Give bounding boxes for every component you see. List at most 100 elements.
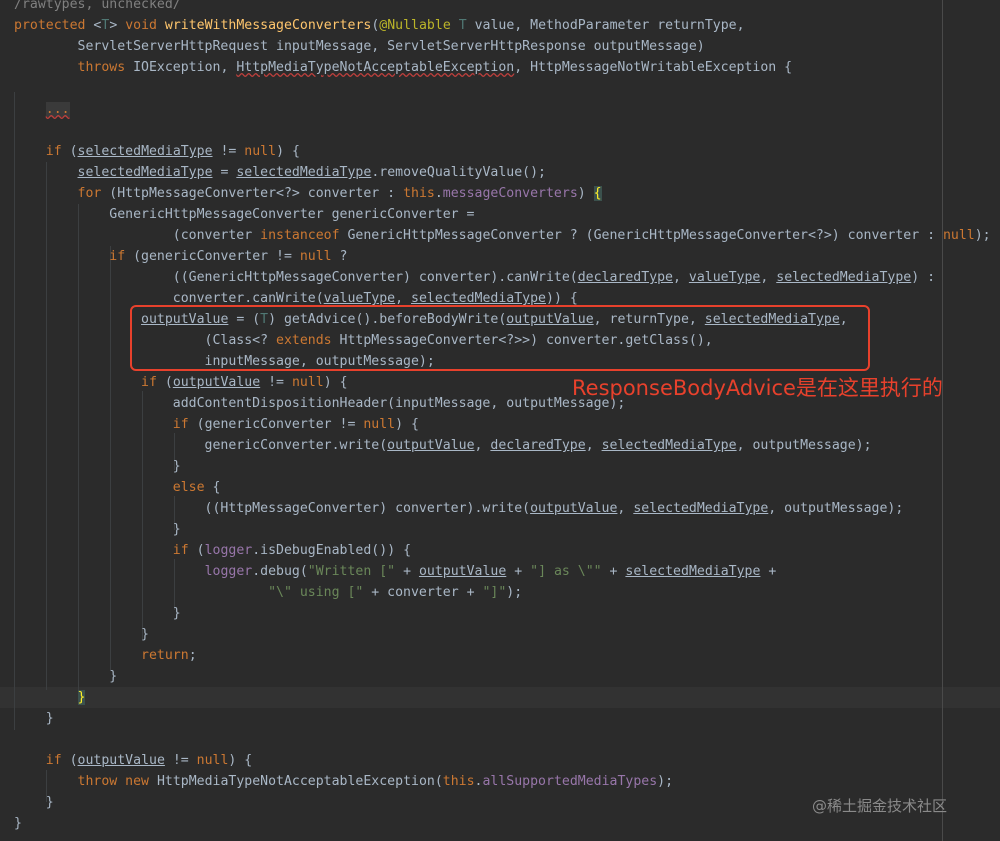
code-token: = [212,165,237,180]
code-token: valueType [688,270,761,285]
code-token: (genericConverter != [196,417,364,432]
code-token: . [434,186,443,201]
code-token: converter.canWrite( [14,291,324,306]
code-token: ) : [911,270,936,285]
code-token: ((HttpMessageConverter) converter).write… [14,501,531,516]
code-line[interactable]: } [14,708,54,729]
code-token: ( [69,753,78,768]
code-token: return [141,648,189,663]
code-line[interactable]: if (genericConverter != null) { [14,414,419,435]
code-line[interactable]: if (genericConverter != null ? [14,246,347,267]
caret-line-highlight [0,687,1000,708]
code-token: if [172,417,197,432]
code-line[interactable]: if (logger.isDebugEnabled()) { [14,540,411,561]
code-line[interactable]: } [14,813,22,834]
code-token: else [172,480,213,495]
code-token: ) { [276,144,300,159]
code-token: declaredType [490,438,586,453]
code-line[interactable]: ServletServerHttpRequest inputMessage, S… [14,36,705,57]
code-token: ) { [395,417,419,432]
code-token: new [125,774,157,789]
code-line[interactable]: throws IOException, HttpMediaTypeNotAcce… [14,57,793,78]
code-line[interactable]: throw new HttpMediaTypeNotAcceptableExce… [14,771,674,792]
right-margin-guide [942,0,943,841]
code-line[interactable]: if (outputValue != null) { [14,750,252,771]
code-line[interactable]: } [14,456,181,477]
code-line[interactable]: /rawtypes, unchecked/ [14,0,181,15]
code-token: } [14,522,181,537]
code-token: addContentDispositionHeader(inputMessage… [14,396,626,411]
code-line[interactable]: if (outputValue != null) { [14,372,347,393]
code-line[interactable]: } [14,792,54,813]
code-line[interactable]: for (HttpMessageConverter<?> converter :… [14,183,602,204]
code-token: , outputMessage); [768,501,904,516]
code-token: instanceof [260,228,348,243]
code-token: null [363,417,396,432]
code-token: , [760,270,777,285]
code-line[interactable]: ((GenericHttpMessageConverter) converter… [14,267,935,288]
code-token: T [458,18,475,33]
code-token: != [164,753,197,768]
code-line[interactable]: ((HttpMessageConverter) converter).write… [14,498,904,519]
code-token: )) { [546,291,578,306]
code-line[interactable]: protected <T> void writeWithMessageConve… [14,15,745,36]
code-line[interactable]: selectedMediaType = selectedMediaType.re… [14,162,546,183]
code-token: + [506,564,531,579]
code-line[interactable]: ... [14,99,70,120]
code-line[interactable]: } [14,519,181,540]
code-token: (genericConverter != [133,249,300,264]
code-token: , HttpMessageNotWritableException { [514,60,793,75]
code-token: /rawtypes, unchecked/ [14,0,181,12]
code-token: if [45,753,70,768]
code-line[interactable]: if (selectedMediaType != null) { [14,141,300,162]
code-line[interactable]: } [14,666,117,687]
code-token: "] as \"" [530,564,602,579]
code-line[interactable]: } [14,687,86,708]
code-line[interactable]: } [14,603,181,624]
code-token: outputValue [530,501,618,516]
code-line[interactable]: else { [14,477,221,498]
code-token: } [14,606,181,621]
code-line[interactable]: genericConverter.write(outputValue, decl… [14,435,872,456]
code-token: .removeQualityValue(); [371,165,546,180]
code-token: ); [657,774,674,789]
code-line[interactable]: "\" using [" + converter + "]"); [14,582,522,603]
code-token: .isDebugEnabled()) { [252,543,412,558]
code-token: null [244,144,277,159]
code-token: selectedMediaType [411,291,546,306]
code-line[interactable]: } [14,624,149,645]
code-token: , [673,270,689,285]
code-token: logger [204,564,253,579]
watermark-text: @稀土掘金技术社区 [812,797,948,815]
code-line[interactable]: GenericHttpMessageConverter genericConve… [14,204,475,225]
code-token: , [617,501,634,516]
code-token: , outputMessage); [736,438,872,453]
code-token: , [585,438,602,453]
code-line[interactable]: (converter instanceof GenericHttpMessage… [14,225,991,246]
code-token: } [14,816,22,831]
code-editor[interactable]: /rawtypes, unchecked/protected <T> void … [0,0,1000,841]
code-line[interactable]: addContentDispositionHeader(inputMessage… [14,393,626,414]
code-token: selectedMediaType [77,165,213,180]
code-token: + [395,564,419,579]
code-token: selectedMediaType [625,564,761,579]
code-token: } [14,459,181,474]
code-token: } [77,690,86,705]
code-token: throw [77,774,126,789]
code-token: , [395,291,412,306]
code-line[interactable]: logger.debug("Written [" + outputValue +… [14,561,777,582]
code-line[interactable]: return; [14,645,197,666]
code-token: GenericHttpMessageConverter genericConve… [14,207,475,222]
code-token: messageConverters [442,186,578,201]
code-token: { [593,186,602,201]
